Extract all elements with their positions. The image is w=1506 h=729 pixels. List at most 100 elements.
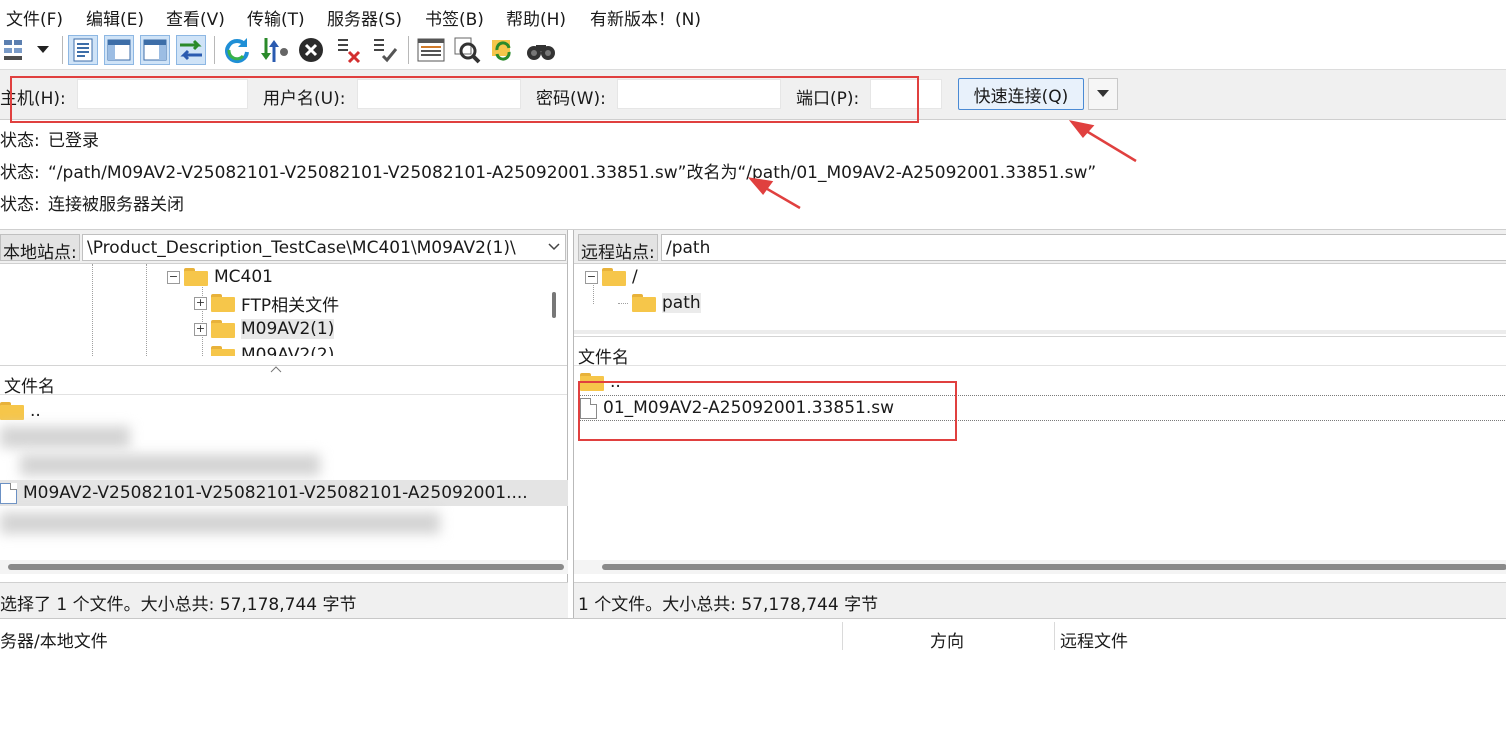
- menu-new-version[interactable]: 有新版本！(N): [590, 5, 701, 30]
- cancel-icon[interactable]: [296, 35, 326, 65]
- message-log: 状态: 已登录 状态: “/path/M09AV2-V25082101-V250…: [0, 120, 1506, 230]
- menu-edit[interactable]: 编辑(E): [86, 5, 144, 30]
- local-status-bar: 选择了 1 个文件。大小总共: 57,178,744 字节: [0, 582, 568, 618]
- tree-item-label: M09AV2(1): [241, 319, 335, 339]
- tree-item-label: MC401: [214, 267, 273, 287]
- process-queue-icon[interactable]: [260, 35, 290, 65]
- collapse-icon[interactable]: −: [585, 270, 598, 284]
- tree-item-root[interactable]: − /: [585, 265, 638, 289]
- list-item-parent[interactable]: ..: [0, 398, 41, 424]
- menu-help[interactable]: 帮助(H): [506, 5, 566, 30]
- remote-site-path-input[interactable]: /path: [661, 234, 1506, 261]
- expand-icon[interactable]: +: [194, 296, 207, 310]
- queue-col-server-local[interactable]: 务器/本地文件: [0, 627, 108, 652]
- file-name: M09AV2-V25082101-V25082101-V25082101-A25…: [23, 483, 528, 503]
- toolbar-separator: [214, 36, 215, 64]
- chevron-down-icon: [1097, 90, 1109, 97]
- column-separator: [842, 622, 843, 650]
- remote-col-filename[interactable]: 文件名: [578, 343, 629, 368]
- log-message: “/path/M09AV2-V25082101-V25082101-V25082…: [48, 163, 1097, 183]
- queue-col-direction[interactable]: 方向: [930, 627, 964, 652]
- tree-item-label: M09AV2(2): [241, 345, 335, 356]
- annotation-box-quickconnect: [10, 76, 919, 123]
- toggle-remote-tree-icon[interactable]: [140, 35, 170, 65]
- directory-listing-filter-icon[interactable]: [416, 35, 446, 65]
- menu-server[interactable]: 服务器(S): [327, 5, 402, 30]
- scrollbar-thumb[interactable]: [602, 564, 1506, 570]
- folder-icon: [211, 294, 235, 312]
- compare-directories-icon[interactable]: [452, 35, 482, 65]
- expand-icon[interactable]: +: [194, 322, 207, 336]
- blurred-region: [0, 512, 440, 534]
- disconnect-icon[interactable]: [334, 35, 364, 65]
- toolbar: [0, 32, 1506, 70]
- sort-ascending-icon: [270, 366, 282, 373]
- local-site-path-text: \Product_Description_TestCase\MC401\M09A…: [87, 238, 516, 258]
- site-manager-dropdown-icon[interactable]: [32, 35, 54, 65]
- tree-item-m09av2-1[interactable]: + M09AV2(1): [194, 317, 335, 341]
- toolbar-separator: [62, 36, 63, 64]
- toggle-queue-icon[interactable]: [176, 35, 206, 65]
- remote-site-label: 远程站点:: [578, 234, 658, 263]
- menu-transfer[interactable]: 传输(T): [247, 5, 305, 30]
- tree-item-mc401[interactable]: − MC401: [167, 265, 273, 289]
- local-status-text: 选择了 1 个文件。大小总共: 57,178,744 字节: [0, 595, 357, 615]
- local-hscrollbar[interactable]: [0, 560, 568, 574]
- local-col-filename[interactable]: 文件名: [4, 372, 55, 397]
- list-item-selected-file[interactable]: M09AV2-V25082101-V25082101-V25082101-A25…: [0, 480, 568, 506]
- synchronized-browsing-icon[interactable]: [488, 35, 518, 65]
- local-directory-tree: − MC401 + FTP相关文件 + M09AV2(1) M09AV2(2): [0, 264, 568, 356]
- folder-icon: [211, 346, 235, 356]
- tree-guide: [92, 264, 93, 356]
- quickconnect-dropdown-button[interactable]: [1088, 78, 1118, 110]
- menu-bar: 文件(F) 编辑(E) 查看(V) 传输(T) 服务器(S) 书签(B) 帮助(…: [0, 0, 1506, 32]
- menu-file[interactable]: 文件(F): [6, 5, 63, 30]
- scrollbar-thumb[interactable]: [8, 564, 564, 570]
- toggle-local-tree-icon[interactable]: [104, 35, 134, 65]
- local-site-label: 本地站点:: [0, 234, 80, 263]
- tree-guide: [146, 264, 147, 356]
- collapse-icon[interactable]: −: [167, 270, 180, 284]
- local-pane: 本地站点: \Product_Description_TestCase\MC40…: [0, 230, 568, 618]
- log-status-tag: 状态:: [0, 131, 40, 151]
- remote-status-text: 1 个文件。大小总共: 57,178,744 字节: [578, 595, 879, 615]
- file-name: ..: [30, 401, 41, 421]
- menu-view[interactable]: 查看(V): [166, 5, 225, 30]
- splitter[interactable]: [574, 330, 1506, 334]
- remote-hscrollbar[interactable]: [574, 560, 1506, 574]
- tree-item-label: /: [632, 267, 638, 287]
- folder-icon: [632, 294, 656, 312]
- folder-icon: [184, 268, 208, 286]
- reconnect-icon[interactable]: [370, 35, 400, 65]
- blurred-region: [20, 454, 320, 476]
- file-icon: [0, 482, 17, 504]
- log-message: 已登录: [48, 131, 99, 151]
- queue-col-remote-file[interactable]: 远程文件: [1060, 627, 1128, 652]
- tree-item-ftp-files[interactable]: + FTP相关文件: [194, 291, 340, 316]
- chevron-down-icon[interactable]: [548, 243, 560, 251]
- menu-bookmarks[interactable]: 书签(B): [425, 5, 484, 30]
- tree-scrollbar-thumb[interactable]: [552, 292, 556, 318]
- quickconnect-button[interactable]: 快速连接(Q): [958, 78, 1084, 110]
- log-status-tag: 状态:: [0, 195, 40, 215]
- local-site-bar: 本地站点: \Product_Description_TestCase\MC40…: [0, 230, 567, 264]
- log-message: 连接被服务器关闭: [48, 195, 184, 215]
- tree-item-m09av2-2[interactable]: M09AV2(2): [211, 343, 334, 356]
- toggle-log-icon[interactable]: [68, 35, 98, 65]
- remote-site-bar: 远程站点: /path: [574, 230, 1506, 264]
- folder-icon: [211, 320, 235, 338]
- tree-item-path[interactable]: path: [632, 291, 701, 315]
- annotation-box-renamed-file: [578, 381, 957, 441]
- tree-item-label: path: [662, 293, 701, 313]
- column-separator: [1054, 622, 1055, 650]
- local-site-path-input[interactable]: \Product_Description_TestCase\MC401\M09A…: [82, 234, 566, 261]
- blurred-region: [0, 426, 130, 448]
- tree-item-label: FTP相关文件: [241, 295, 340, 316]
- search-remote-icon[interactable]: [526, 35, 556, 65]
- log-status-tag: 状态:: [0, 163, 40, 183]
- toolbar-separator: [408, 36, 409, 64]
- local-file-list: .. M09AV2-V25082101-V25082101-V25082101-…: [0, 396, 568, 558]
- refresh-icon[interactable]: [222, 35, 252, 65]
- site-manager-icon[interactable]: [2, 35, 32, 65]
- tree-guide: [618, 303, 628, 304]
